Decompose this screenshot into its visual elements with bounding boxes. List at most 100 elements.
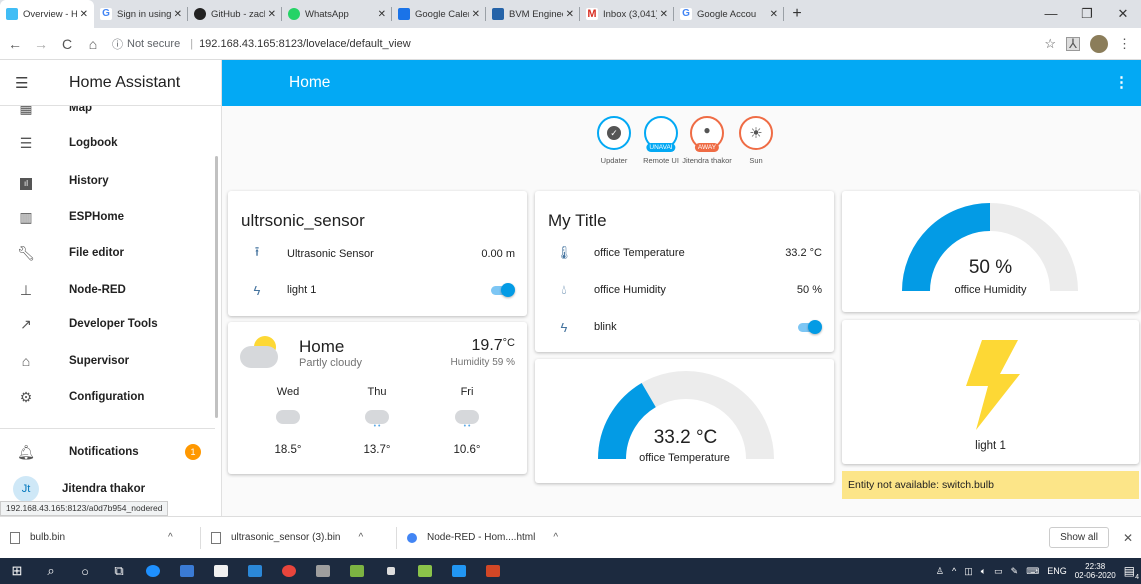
new-tab-button[interactable]: + (784, 0, 810, 28)
entity-row-ultrasonic-sensor[interactable]: ⭱ Ultrasonic Sensor 0.00 m (228, 244, 527, 264)
close-tab-icon[interactable]: ✕ (378, 9, 386, 20)
entity-row-light-1[interactable]: ϟ light 1 (228, 280, 527, 300)
download-item[interactable]: ultrasonic_sensor (3).bin ^ (201, 517, 397, 559)
show-all-button[interactable]: Show all (1049, 527, 1109, 548)
paint-icon[interactable] (340, 558, 374, 584)
forecast-temp: 13.7° (363, 444, 391, 456)
powerpoint-icon[interactable] (476, 558, 510, 584)
cortana-icon[interactable]: ○ (68, 558, 102, 584)
close-downloads-icon[interactable]: ✕ (1123, 531, 1133, 545)
sidebar-item-logbook[interactable]: ☰ Logbook (0, 125, 215, 161)
blink-toggle[interactable] (796, 320, 822, 334)
media-icon[interactable] (374, 558, 408, 584)
sidebar-item-esphome[interactable]: ▥ ESPHome (0, 199, 215, 235)
language-indicator[interactable]: ENG (1047, 566, 1067, 576)
badge-updater[interactable]: ✓ Updater (589, 116, 639, 165)
bookmark-star-icon[interactable]: ☆ (1044, 36, 1056, 52)
windows-start-icon[interactable]: ⊞ (0, 558, 34, 584)
tab-sign-in[interactable]: G Sign in using A ✕ (94, 0, 188, 28)
sidebar-item-notifications[interactable]: 🔔︎ Notifications 1 (0, 434, 215, 470)
sidebar-item-developer-tools[interactable]: ↗ Developer Tools (0, 306, 215, 342)
chrome-icon[interactable] (272, 558, 306, 584)
menu-collapse-icon[interactable]: ☰ (15, 74, 35, 92)
pdf-extension-icon[interactable]: ⅄ (1066, 36, 1080, 51)
entity-row-blink[interactable]: ϟ blink (535, 317, 834, 337)
profile-avatar[interactable] (1090, 34, 1108, 53)
close-tab-icon[interactable]: ✕ (174, 9, 182, 20)
sidebar-item-supervisor[interactable]: ⌂ Supervisor (0, 343, 215, 379)
sidebar-item-configuration[interactable]: ⚙ Configuration (0, 379, 215, 415)
sidebar-item-map[interactable]: ▦ Map (0, 106, 215, 124)
tab-overview[interactable]: Overview - Ho ✕ (0, 0, 94, 28)
tab-github[interactable]: GitHub - zachc ✕ (188, 0, 282, 28)
sidebar-header: ☰ Home Assistant (0, 60, 221, 106)
entity-row-office-temperature[interactable]: 🌡︎ office Temperature 33.2 °C (535, 243, 834, 263)
battery-icon[interactable]: ▭ (994, 566, 1003, 577)
edge-icon[interactable] (136, 558, 170, 584)
chrome-menu-icon[interactable]: ⋮ (1118, 36, 1131, 52)
tools-icon[interactable] (306, 558, 340, 584)
url-field[interactable]: ⓘ Not secure | 192.168.43.165:8123/lovel… (112, 33, 1012, 55)
close-tab-icon[interactable]: ✕ (472, 9, 480, 20)
weather-forecast-card[interactable]: Home Partly cloudy 19.7°C Humidity 59 % … (228, 322, 527, 474)
clock[interactable]: 22:38 02-06-2020 (1075, 562, 1116, 580)
light-1-toggle[interactable] (489, 283, 515, 297)
action-center-icon[interactable]: ▤ 4 (1124, 564, 1139, 581)
forward-button[interactable]: → (30, 36, 52, 52)
close-tab-icon[interactable]: ✕ (566, 9, 574, 20)
more-options-icon[interactable]: ⋮ (1114, 73, 1129, 91)
humidity-gauge-card[interactable]: 50 % office Humidity (842, 191, 1139, 312)
info-icon[interactable]: ⓘ (112, 36, 123, 52)
tab-gmail[interactable]: M Inbox (3,041) - ✕ (580, 0, 674, 28)
store-icon[interactable] (204, 558, 238, 584)
badge-name: Updater (600, 156, 628, 165)
mail-icon[interactable] (238, 558, 272, 584)
camera-icon[interactable] (442, 558, 476, 584)
maximize-button[interactable]: ❐ (1069, 0, 1105, 28)
tab-google-calendar[interactable]: Google Calend ✕ (392, 0, 486, 28)
badge-remote-ui[interactable]: UNAVAI Remote UI (636, 116, 686, 165)
sidebar-item-label: Developer Tools (69, 318, 158, 330)
tab-google-account[interactable]: G Google Accou ✕ (674, 0, 784, 28)
back-button[interactable]: ← (4, 36, 26, 52)
close-tab-icon[interactable]: ✕ (770, 9, 778, 20)
entity-name: light 1 (287, 284, 317, 296)
home-button[interactable]: ⌂ (82, 36, 104, 52)
badge-person[interactable]: ● AWAY Jitendra thakor (682, 116, 732, 165)
close-tab-icon[interactable]: ✕ (268, 9, 276, 20)
close-tab-icon[interactable]: ✕ (660, 9, 668, 20)
show-hidden-icons[interactable]: ^ (952, 566, 956, 576)
download-item[interactable]: Node-RED - Hom....html ^ (397, 517, 577, 559)
card-title: My Title (548, 211, 607, 230)
sidebar-item-history[interactable]: ıl History (0, 163, 215, 199)
close-tab-icon[interactable]: ✕ (80, 9, 88, 20)
chevron-up-icon[interactable]: ^ (553, 532, 558, 543)
tab-bvm[interactable]: BVM Engineeri ✕ (486, 0, 580, 28)
snip-icon[interactable] (408, 558, 442, 584)
download-item[interactable]: bulb.bin ^ (0, 517, 201, 559)
task-view-icon[interactable]: ⧉ (102, 558, 136, 584)
close-window-button[interactable]: ✕ (1105, 0, 1141, 28)
entity-row-office-humidity[interactable]: 💧︎ office Humidity 50 % (535, 280, 834, 300)
volume-icon[interactable]: 🔈︎ (981, 566, 986, 577)
badge-sun[interactable]: ☀ Sun (731, 116, 781, 165)
reload-button[interactable]: C (56, 36, 78, 52)
minimize-button[interactable]: — (1033, 0, 1069, 28)
temperature-gauge-card[interactable]: 33.2 °C office Temperature (535, 359, 834, 483)
not-secure-label: Not secure (127, 37, 181, 50)
sidebar-item-node-red[interactable]: ⊥ Node-RED (0, 272, 215, 308)
taskbar-app-icon[interactable] (170, 558, 204, 584)
pen-icon[interactable]: ✎ (1011, 566, 1019, 577)
sidebar-item-file-editor[interactable]: 🔧︎ File editor (0, 235, 215, 271)
sidebar-scrollbar[interactable] (215, 156, 218, 418)
light-button-card[interactable]: light 1 (842, 320, 1139, 464)
file-icon (10, 531, 20, 544)
tab-whatsapp[interactable]: WhatsApp ✕ (282, 0, 392, 28)
chevron-up-icon[interactable]: ^ (168, 532, 173, 543)
network-icon[interactable]: ◫ (964, 566, 973, 577)
keyboard-icon[interactable]: ⌨ (1026, 566, 1039, 577)
people-icon[interactable]: ♙ (936, 566, 944, 577)
water-percent-icon: 💧︎ (561, 282, 567, 297)
chevron-up-icon[interactable]: ^ (359, 532, 364, 543)
search-icon[interactable]: ⌕ (34, 558, 68, 584)
